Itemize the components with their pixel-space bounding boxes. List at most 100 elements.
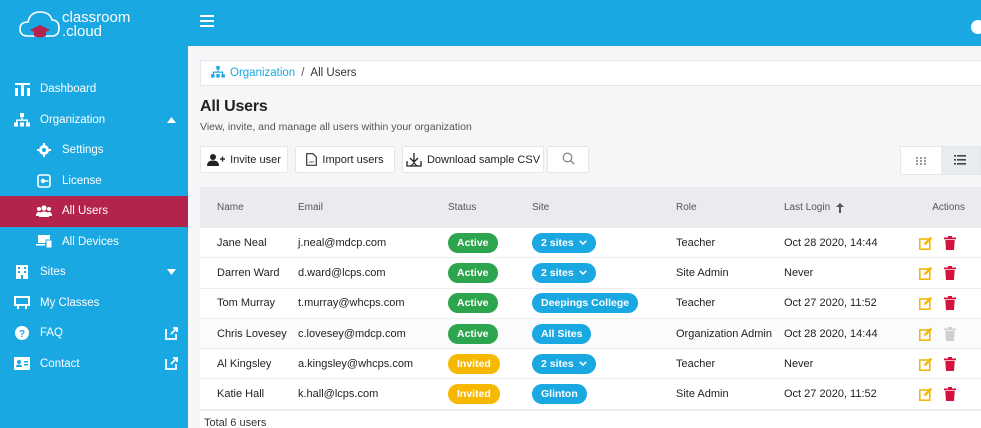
sidebar-item-license[interactable]: License xyxy=(0,166,188,197)
download-sample-csv-button[interactable]: Download sample CSV xyxy=(402,146,544,173)
table-row: Tom Murray t.murray@whcps.com Active Deepin… xyxy=(200,288,981,319)
cloud-logo-icon: classroom .cloud xyxy=(19,9,130,40)
list-icon xyxy=(954,152,967,170)
sidebar-item-sites[interactable]: Sites xyxy=(0,257,188,288)
site-badge[interactable]: Deepings College xyxy=(532,293,639,314)
page-subtitle: View, invite, and manage all users withi… xyxy=(200,121,472,133)
users-icon xyxy=(36,203,52,219)
sidebar-item-label: FAQ xyxy=(40,327,64,340)
table-row: Chris Lovesey c.lovesey@mdcp.com Active All… xyxy=(200,318,981,350)
license-icon xyxy=(36,173,52,189)
table-row: Jane Neal j.neal@mdcp.com Active 2 sites Tea… xyxy=(200,228,981,259)
site-label: 2 sites xyxy=(541,266,574,279)
status-badge: Active xyxy=(448,323,498,344)
chevron-up-icon xyxy=(164,113,178,127)
header-email[interactable]: Email xyxy=(298,187,448,228)
sidebar-item-label: License xyxy=(62,174,102,187)
status-badge: Active xyxy=(448,232,498,253)
sidebar-item-my-classes[interactable]: My Classes xyxy=(0,288,188,319)
view-toggle xyxy=(900,146,981,175)
user-email: j.neal@mdcp.com xyxy=(298,236,387,249)
page-title: All Users xyxy=(200,98,268,115)
chevron-down-icon xyxy=(578,240,587,246)
user-name: Chris Lovesey xyxy=(217,327,287,340)
csv-file-icon: csv xyxy=(306,153,318,166)
chevron-down-icon xyxy=(578,270,587,276)
site-cell: Glinton xyxy=(532,379,676,408)
user-role: Site Admin xyxy=(676,388,729,401)
sidebar-item-dashboard[interactable]: Dashboard xyxy=(0,74,188,105)
sidebar-item-settings[interactable]: Settings xyxy=(0,135,188,166)
organization-icon xyxy=(14,112,30,128)
header-last-login[interactable]: Last Login xyxy=(784,187,914,228)
user-last-login: Oct 27 2020, 11:52 xyxy=(784,388,877,401)
contact-icon xyxy=(14,356,30,372)
sidebar-item-label: All Users xyxy=(62,205,109,218)
delete-icon[interactable] xyxy=(942,295,958,311)
sidebar-item-label: Dashboard xyxy=(40,83,97,96)
sidebar-item-all-devices[interactable]: All Devices xyxy=(0,227,188,258)
actions-cell xyxy=(914,379,981,408)
sidebar-item-faq[interactable]: ? FAQ xyxy=(0,318,188,349)
edit-icon[interactable] xyxy=(918,295,934,311)
import-users-button[interactable]: csv Import users xyxy=(295,146,395,173)
sidebar-item-label: Sites xyxy=(40,266,66,279)
user-name: Al Kingsley xyxy=(217,357,272,370)
sidebar: classroom .cloud Dashboard Organization … xyxy=(0,0,188,428)
user-last-login: Never xyxy=(784,266,814,279)
sidebar-item-organization[interactable]: Organization xyxy=(0,105,188,136)
user-role: Teacher xyxy=(676,236,716,249)
grid-view-button[interactable] xyxy=(901,147,941,174)
site-badge[interactable]: 2 sites xyxy=(532,353,596,374)
delete-icon[interactable] xyxy=(942,386,958,402)
site-label: All Sites xyxy=(541,327,583,340)
delete-icon[interactable] xyxy=(942,356,958,372)
user-role: Site Admin xyxy=(676,266,729,279)
invite-user-button[interactable]: Invite user xyxy=(200,146,288,173)
user-role: Teacher xyxy=(676,297,716,310)
breadcrumb-organization-link[interactable]: Organization xyxy=(230,67,295,79)
brand-logo[interactable]: classroom .cloud xyxy=(0,0,188,46)
sort-ascending-icon xyxy=(836,202,845,213)
edit-icon[interactable] xyxy=(918,265,934,281)
site-badge[interactable]: 2 sites xyxy=(532,232,596,253)
organization-icon xyxy=(211,65,225,81)
user-account-icon[interactable] xyxy=(971,20,981,34)
top-bar xyxy=(188,0,981,46)
site-badge[interactable]: Glinton xyxy=(532,384,587,405)
site-badge[interactable]: All Sites xyxy=(532,323,592,344)
sidebar-item-contact[interactable]: Contact xyxy=(0,349,188,380)
actions-cell xyxy=(914,349,981,378)
external-link-icon xyxy=(164,326,178,340)
site-badge[interactable]: 2 sites xyxy=(532,262,596,283)
header-actions: Actions xyxy=(932,202,965,213)
edit-icon[interactable] xyxy=(918,356,934,372)
sidebar-item-all-users[interactable]: All Users xyxy=(0,196,188,227)
header-site[interactable]: Site xyxy=(532,187,676,228)
breadcrumb-current: All Users xyxy=(310,67,357,79)
delete-icon[interactable] xyxy=(942,235,958,251)
edit-icon[interactable] xyxy=(918,326,934,342)
svg-text:csv: csv xyxy=(309,160,315,164)
user-last-login: Oct 27 2020, 11:52 xyxy=(784,297,877,310)
table-row: Katie Hall k.hall@lcps.com Invited Glinton S… xyxy=(200,379,981,410)
search-button[interactable] xyxy=(547,146,589,173)
sidebar-item-label: Contact xyxy=(40,357,80,370)
menu-icon[interactable] xyxy=(200,15,214,27)
chevron-down-icon xyxy=(578,361,587,367)
search-icon xyxy=(562,152,575,168)
user-email: c.lovesey@mdcp.com xyxy=(298,327,406,340)
header-name[interactable]: Name xyxy=(200,187,298,228)
delete-icon[interactable] xyxy=(942,265,958,281)
status-cell: Invited xyxy=(448,349,532,378)
user-last-login: Oct 28 2020, 14:44 xyxy=(784,327,878,340)
header-status[interactable]: Status xyxy=(448,187,532,228)
list-view-button[interactable] xyxy=(940,147,980,174)
header-role[interactable]: Role xyxy=(676,187,784,228)
site-label: 2 sites xyxy=(541,357,574,370)
invite-user-label: Invite user xyxy=(230,153,281,166)
status-cell: Active xyxy=(448,258,532,287)
edit-icon[interactable] xyxy=(918,235,934,251)
actions-cell xyxy=(914,228,981,257)
edit-icon[interactable] xyxy=(918,386,934,402)
